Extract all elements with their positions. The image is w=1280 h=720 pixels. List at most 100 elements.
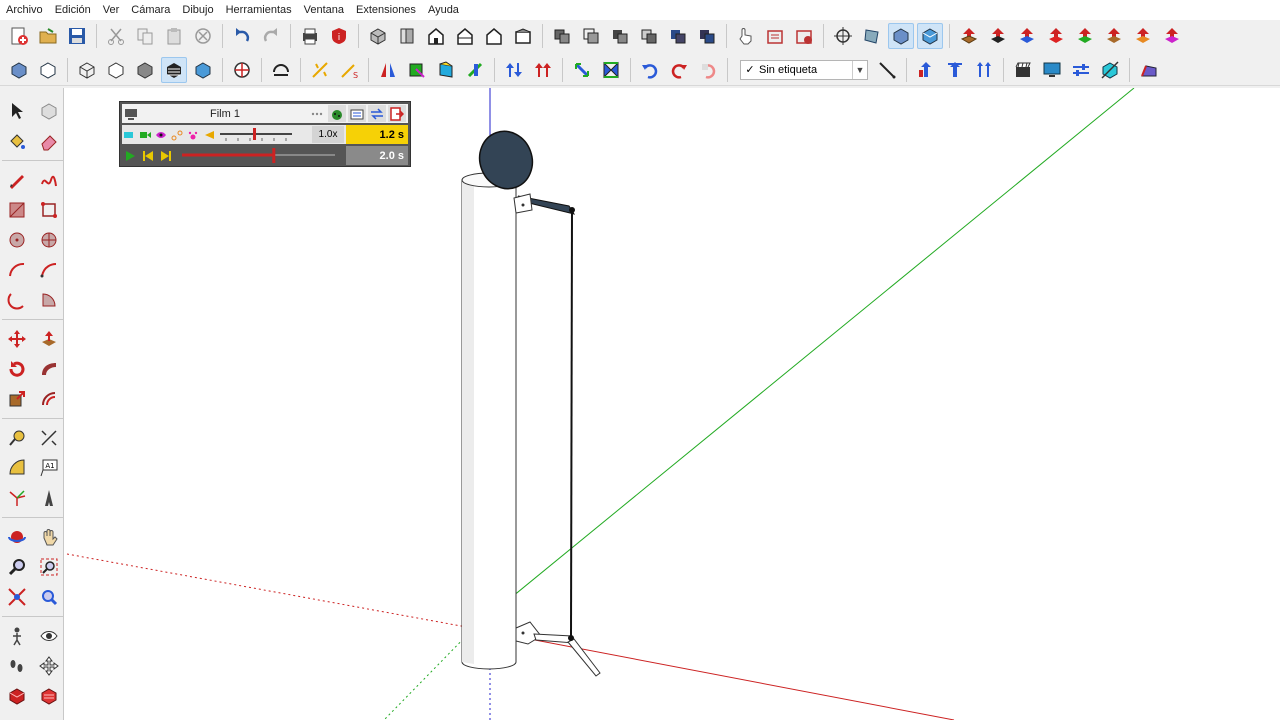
model-scene[interactable] <box>64 88 1280 720</box>
dimension-icon[interactable] <box>36 425 62 451</box>
move-black-arrow-icon[interactable] <box>985 23 1011 49</box>
sliders-icon[interactable] <box>1068 57 1094 83</box>
copy-icon[interactable] <box>132 23 158 49</box>
path-orange-icon[interactable] <box>170 126 184 143</box>
rectangle-icon[interactable] <box>4 197 30 223</box>
eye-purple-icon[interactable] <box>154 126 168 143</box>
mirror-icon[interactable] <box>375 57 401 83</box>
section-display-icon[interactable] <box>665 23 691 49</box>
more-dots-icon[interactable] <box>308 105 326 122</box>
move-magenta-arrow-icon[interactable] <box>1159 23 1185 49</box>
zoom-window-icon[interactable] <box>36 554 62 580</box>
arc-tool-icon[interactable] <box>268 57 294 83</box>
film-transfer-icon[interactable] <box>368 105 386 122</box>
camera-cyan-icon[interactable] <box>122 126 136 143</box>
axes-icon[interactable] <box>4 485 30 511</box>
make-component-icon[interactable] <box>36 98 62 124</box>
scale-diagonal-icon[interactable] <box>569 57 595 83</box>
clapper-icon[interactable] <box>1010 57 1036 83</box>
protractor-icon[interactable] <box>4 455 30 481</box>
spark-s-icon[interactable]: S <box>336 57 362 83</box>
play-icon[interactable] <box>122 147 138 164</box>
left-view-icon[interactable] <box>510 23 536 49</box>
pencil-line-icon[interactable] <box>4 167 30 193</box>
scale-icon[interactable] <box>4 386 30 412</box>
rotate-blue-icon[interactable] <box>637 57 663 83</box>
select-arrow-icon[interactable] <box>4 98 30 124</box>
arrows-up-down-icon[interactable] <box>501 57 527 83</box>
purple-shape-icon[interactable] <box>1136 57 1162 83</box>
style-textures-icon[interactable] <box>161 56 187 83</box>
flip-face-icon[interactable] <box>404 57 430 83</box>
skip-start-icon[interactable] <box>140 147 156 164</box>
position-camera-icon[interactable] <box>830 23 856 49</box>
double-arrow-up-icon[interactable] <box>971 57 997 83</box>
paint-bucket-icon[interactable] <box>4 128 30 154</box>
freehand-icon[interactable] <box>36 167 62 193</box>
arrows-red-icon[interactable] <box>530 57 556 83</box>
zoom-icon[interactable] <box>4 554 30 580</box>
box-solid-icon[interactable] <box>6 57 32 83</box>
film-settings-icon[interactable] <box>348 105 366 122</box>
zoom-extents-icon[interactable] <box>4 584 30 610</box>
move-blue-arrow-icon[interactable] <box>1014 23 1040 49</box>
circle-icon[interactable] <box>4 227 30 253</box>
pan-hand-icon[interactable] <box>36 524 62 550</box>
section-toggle-icon[interactable] <box>694 23 720 49</box>
bowtie-icon[interactable] <box>598 57 624 83</box>
warehouse-icon[interactable] <box>762 23 788 49</box>
rotate-red-icon[interactable] <box>666 57 692 83</box>
move-green-arrow-icon[interactable] <box>1072 23 1098 49</box>
menu-dibujo[interactable]: Dibujo <box>182 4 213 16</box>
color-cube-icon[interactable] <box>433 57 459 83</box>
ladybug-icon[interactable] <box>328 105 346 122</box>
style-shaded-icon[interactable] <box>888 23 914 49</box>
walk-footprints-icon[interactable] <box>4 653 30 679</box>
move-icon[interactable] <box>4 326 30 352</box>
component-icon[interactable] <box>549 23 575 49</box>
redo-icon[interactable] <box>258 23 284 49</box>
save-icon[interactable] <box>64 23 90 49</box>
speed-slider[interactable] <box>218 126 294 143</box>
three-point-arc-icon[interactable] <box>4 287 30 313</box>
push-pull-icon[interactable] <box>36 326 62 352</box>
style-xray-icon[interactable] <box>859 23 885 49</box>
pie-icon[interactable] <box>36 287 62 313</box>
push-blue-up-icon[interactable] <box>913 57 939 83</box>
right-view-icon[interactable] <box>452 23 478 49</box>
arc-icon[interactable] <box>4 257 30 283</box>
ruby-red-box-icon[interactable] <box>4 683 30 709</box>
camera-green-icon[interactable] <box>138 126 152 143</box>
rotated-rectangle-icon[interactable] <box>36 197 62 223</box>
drawing-viewport[interactable]: Film 1 1.0x 1.2 s 2.0 s <box>64 88 1280 720</box>
previous-view-icon[interactable] <box>36 584 62 610</box>
menu-ver[interactable]: Ver <box>103 4 120 16</box>
rotate-icon[interactable] <box>4 356 30 382</box>
spark-yellow-icon[interactable] <box>307 57 333 83</box>
eraser-icon[interactable] <box>36 128 62 154</box>
style-textured-icon[interactable] <box>917 23 943 49</box>
box-outline-icon[interactable] <box>35 57 61 83</box>
polygon-icon[interactable] <box>36 227 62 253</box>
paste-icon[interactable] <box>161 23 187 49</box>
push-bar-icon[interactable] <box>942 57 968 83</box>
tape-measure-icon[interactable] <box>4 425 30 451</box>
menu-edicion[interactable]: Edición <box>55 4 91 16</box>
model-info-icon[interactable]: i <box>326 23 352 49</box>
move-up-arrow-icon[interactable] <box>956 23 982 49</box>
hand-pointer-icon[interactable] <box>733 23 759 49</box>
style-shaded-2-icon[interactable] <box>132 57 158 83</box>
move-red-arrow-icon[interactable] <box>1043 23 1069 49</box>
print-icon[interactable] <box>297 23 323 49</box>
iso-view-icon[interactable] <box>365 23 391 49</box>
cyan-cube-icon[interactable] <box>1097 57 1123 83</box>
3d-text-icon[interactable] <box>36 485 62 511</box>
menu-archivo[interactable]: Archivo <box>6 4 43 16</box>
menu-ayuda[interactable]: Ayuda <box>428 4 459 16</box>
menu-herramientas[interactable]: Herramientas <box>226 4 292 16</box>
monitor-icon[interactable] <box>1039 57 1065 83</box>
menu-extensiones[interactable]: Extensiones <box>356 4 416 16</box>
section-plane-icon[interactable] <box>578 23 604 49</box>
paw-magenta-icon[interactable] <box>186 126 200 143</box>
front-view-icon[interactable] <box>423 23 449 49</box>
